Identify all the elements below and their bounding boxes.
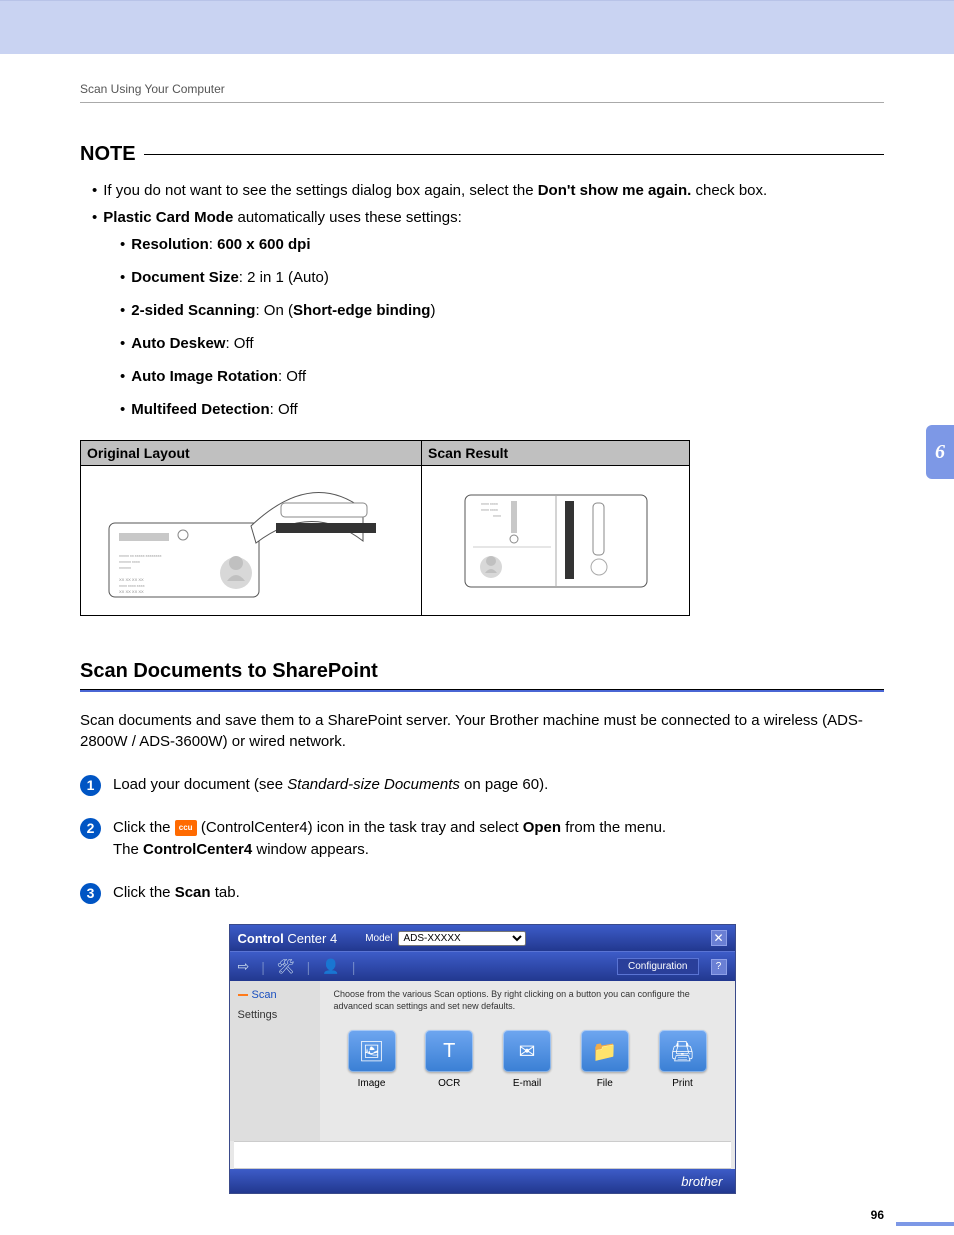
cc-hint-text: Choose from the various Scan options. By… [334, 989, 721, 1012]
cc-sidebar: Scan Settings [230, 981, 320, 1141]
page-number-bar [896, 1222, 954, 1226]
email-icon: ✉ [519, 1039, 536, 1064]
setting-rotate-value: : Off [278, 368, 306, 385]
svg-text:XXXX XXXX: XXXX XXXX [481, 502, 498, 506]
table-header-original: Original Layout [81, 441, 422, 466]
step-1: 1 Load your document (see Standard-size … [80, 774, 884, 797]
cc-toolbar: ⇨ | 🛠 | 👤 | Configuration ? [230, 951, 735, 981]
step-3-bold: Scan [175, 884, 211, 901]
note-item-2-post: automatically uses these settings: [233, 209, 461, 226]
cc-logo: Control Center 4 [238, 931, 338, 946]
layout-result-table: Original Layout Scan Result XXXXX XX XXX… [80, 440, 690, 616]
original-layout-illustration: XXXXX XX XXXXX XXXXXXXX XXXXXX XXXX XXXX… [101, 481, 401, 601]
step-2-line2-post: window appears. [252, 841, 369, 858]
note-rule [144, 154, 884, 155]
svg-text:XX XX XX XX: XX XX XX XX [119, 577, 144, 582]
scan-icon[interactable]: ⇨ [238, 958, 250, 975]
setting-multi-label: Multifeed Detection [131, 401, 269, 418]
step-3-pre: Click the [113, 884, 175, 901]
setting-resolution-label: Resolution [131, 236, 209, 253]
step-1-pre: Load your document (see [113, 776, 287, 793]
cc-body: Scan Settings Choose from the various Sc… [230, 981, 735, 1141]
person-icon[interactable]: 👤 [322, 958, 339, 975]
table-cell-result: XXXX XXXX XXXX XXXX XXXX [422, 466, 690, 616]
cc-main: Choose from the various Scan options. By… [320, 981, 735, 1141]
cc-footer: brother [230, 1169, 735, 1193]
section-rule [80, 689, 884, 692]
cc-model-select[interactable]: ADS-XXXXX [398, 931, 526, 946]
svg-text:XXXX: XXXX [493, 514, 501, 518]
cc-button-email[interactable]: ✉E-mail [497, 1030, 557, 1089]
print-icon: 🖨 [670, 1039, 695, 1064]
note-item-1-bold: Don't show me again. [538, 182, 692, 199]
svg-text:XXXXX XX XXXXX XXXXXXXX: XXXXX XX XXXXX XXXXXXXX [119, 554, 162, 558]
step-1-italic: Standard-size Documents [287, 776, 460, 793]
help-button[interactable]: ? [711, 959, 727, 975]
step-2-mid: (ControlCenter4) icon in the task tray a… [197, 819, 523, 836]
note-list: • If you do not want to see the settings… [90, 180, 884, 420]
cc-tab-settings[interactable]: Settings [230, 1005, 320, 1025]
step-2: 2 Click the ccu (ControlCenter4) icon in… [80, 817, 884, 862]
step-2-line2-pre: The [113, 841, 143, 858]
cc-button-print[interactable]: 🖨Print [653, 1030, 713, 1089]
setting-duplex-label: 2-sided Scanning [131, 302, 255, 319]
step-2-post: from the menu. [561, 819, 666, 836]
image-icon: 🖼 [359, 1039, 384, 1064]
note-item-1-post: check box. [691, 182, 767, 199]
table-cell-original: XXXXX XX XXXXX XXXXXXXX XXXXXX XXXX XXXX… [81, 466, 422, 616]
cc-model-label: Model [365, 933, 392, 944]
page-number: 96 [871, 1208, 884, 1222]
tools-icon[interactable]: 🛠 [277, 958, 295, 975]
cc-button-file[interactable]: 📁File [575, 1030, 635, 1089]
top-accent-band [0, 0, 954, 54]
step-3-post: tab. [211, 884, 240, 901]
step-2-number: 2 [80, 818, 101, 839]
setting-docsize-value: : 2 in 1 (Auto) [239, 269, 329, 286]
ocr-icon: T [443, 1040, 455, 1063]
setting-multi-value: : Off [270, 401, 298, 418]
note-title: NOTE [80, 143, 136, 166]
cc-titlebar: Control Center 4 Model ADS-XXXXX ✕ [230, 925, 735, 951]
svg-text:XXXXXX: XXXXXX [119, 566, 131, 570]
setting-docsize-label: Document Size [131, 269, 239, 286]
section-intro: Scan documents and save them to a ShareP… [80, 710, 884, 752]
setting-duplex-bold2: Short-edge binding [293, 302, 430, 319]
table-header-result: Scan Result [422, 441, 690, 466]
step-2-bold: Open [523, 819, 561, 836]
setting-deskew-value: : Off [225, 335, 253, 352]
note-item-2-bold: Plastic Card Mode [103, 209, 233, 226]
step-3: 3 Click the Scan tab. [80, 882, 884, 905]
note-heading: NOTE [80, 143, 884, 166]
cc-tab-scan[interactable]: Scan [230, 985, 320, 1005]
setting-deskew-label: Auto Deskew [131, 335, 225, 352]
setting-duplex-mid: : On ( [255, 302, 293, 319]
controlcenter-window: Control Center 4 Model ADS-XXXXX ✕ ⇨ | 🛠… [229, 924, 736, 1194]
cc-button-image[interactable]: 🖼Image [342, 1030, 402, 1089]
cc-button-ocr[interactable]: TOCR [419, 1030, 479, 1089]
cc-close-button[interactable]: ✕ [711, 930, 727, 946]
svg-text:XXXX XXXX XXXX: XXXX XXXX XXXX [119, 584, 145, 588]
scan-result-illustration: XXXX XXXX XXXX XXXX XXXX [461, 491, 651, 591]
cc-footer-gap [234, 1141, 731, 1169]
step-1-post: on page 60). [460, 776, 548, 793]
configuration-button[interactable]: Configuration [617, 958, 698, 975]
step-2-line2-bold: ControlCenter4 [143, 841, 252, 858]
section-title: Scan Documents to SharePoint [80, 660, 884, 683]
step-1-number: 1 [80, 775, 101, 796]
svg-text:XXXXXX XXXX: XXXXXX XXXX [119, 560, 140, 564]
step-3-number: 3 [80, 883, 101, 904]
setting-duplex-post: ) [430, 302, 435, 319]
svg-text:XX XX XX XX: XX XX XX XX [119, 589, 144, 594]
step-2-pre: Click the [113, 819, 175, 836]
svg-text:XXXX XXXX: XXXX XXXX [481, 508, 498, 512]
setting-resolution-value: 600 x 600 dpi [217, 236, 310, 253]
note-item-1-pre: If you do not want to see the settings d… [103, 182, 537, 199]
page-header: Scan Using Your Computer [80, 82, 884, 103]
setting-rotate-label: Auto Image Rotation [131, 368, 278, 385]
controlcenter-tray-icon: ccu [175, 820, 197, 836]
folder-icon: 📁 [592, 1039, 617, 1064]
